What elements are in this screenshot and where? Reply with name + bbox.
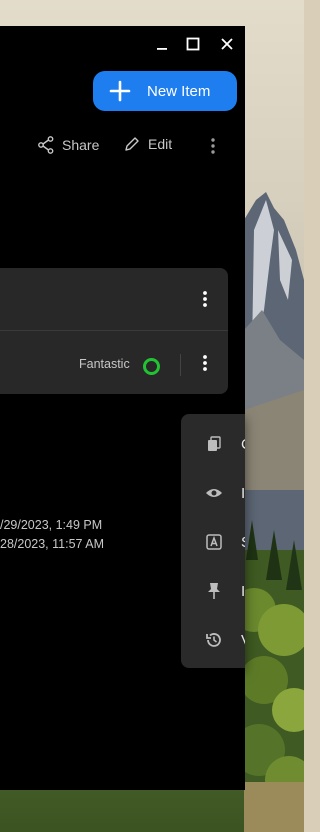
- app-window: New Item Share Edit Fantastic /29/2023, …: [0, 26, 245, 790]
- new-item-label: New Item: [147, 82, 211, 100]
- more-vertical-icon: [211, 138, 215, 154]
- row2-more-button[interactable]: [195, 353, 215, 373]
- menu-item-history[interactable]: V: [181, 616, 245, 664]
- share-button[interactable]: Share: [38, 136, 99, 154]
- menu-item-label: S: [241, 534, 245, 551]
- menu-item-text[interactable]: S: [181, 518, 245, 566]
- close-button[interactable]: [217, 34, 237, 54]
- text-a-icon: [205, 533, 223, 551]
- menu-item-label: V: [241, 632, 245, 649]
- history-icon: [205, 631, 223, 649]
- maximize-icon: [186, 37, 200, 51]
- close-icon: [221, 38, 233, 50]
- wallpaper-trees: [244, 520, 304, 832]
- eye-icon: [205, 484, 223, 502]
- timestamps: /29/2023, 1:49 PM 28/2023, 11:57 AM: [0, 516, 104, 554]
- share-icon: [38, 136, 54, 154]
- plus-icon: [109, 80, 131, 102]
- maximize-button[interactable]: [183, 34, 203, 54]
- edit-button[interactable]: Edit: [124, 136, 172, 152]
- menu-item-pin[interactable]: I: [181, 567, 245, 615]
- minimize-icon: [157, 48, 167, 50]
- status-indicator: [143, 358, 160, 375]
- copy-icon: [205, 435, 223, 453]
- edit-label: Edit: [148, 136, 173, 152]
- menu-item-label: I: [241, 582, 245, 600]
- timestamp-modified: /29/2023, 1:49 PM: [0, 518, 103, 532]
- item-list-card: Fantastic: [0, 268, 228, 394]
- menu-item-copy[interactable]: C: [181, 420, 245, 468]
- toolbar: Share Edit: [0, 136, 245, 158]
- row-divider: [0, 330, 228, 331]
- new-item-button[interactable]: New Item: [93, 71, 237, 111]
- pin-icon: [205, 582, 223, 600]
- more-options-button[interactable]: [203, 136, 223, 156]
- row1-more-button[interactable]: [195, 289, 215, 309]
- row-separator: [180, 354, 181, 376]
- pencil-icon: [125, 137, 139, 151]
- minimize-button[interactable]: [152, 34, 172, 54]
- timestamp-created: 28/2023, 11:57 AM: [0, 537, 105, 551]
- menu-item-label: C: [241, 436, 245, 453]
- more-vertical-icon: [203, 291, 207, 307]
- more-vertical-icon: [203, 355, 207, 371]
- menu-item-view[interactable]: I: [181, 469, 245, 517]
- share-label: Share: [62, 137, 100, 153]
- status-label: Fantastic: [79, 357, 130, 371]
- context-menu: C I S I V: [181, 414, 245, 668]
- menu-item-label: I: [241, 484, 245, 502]
